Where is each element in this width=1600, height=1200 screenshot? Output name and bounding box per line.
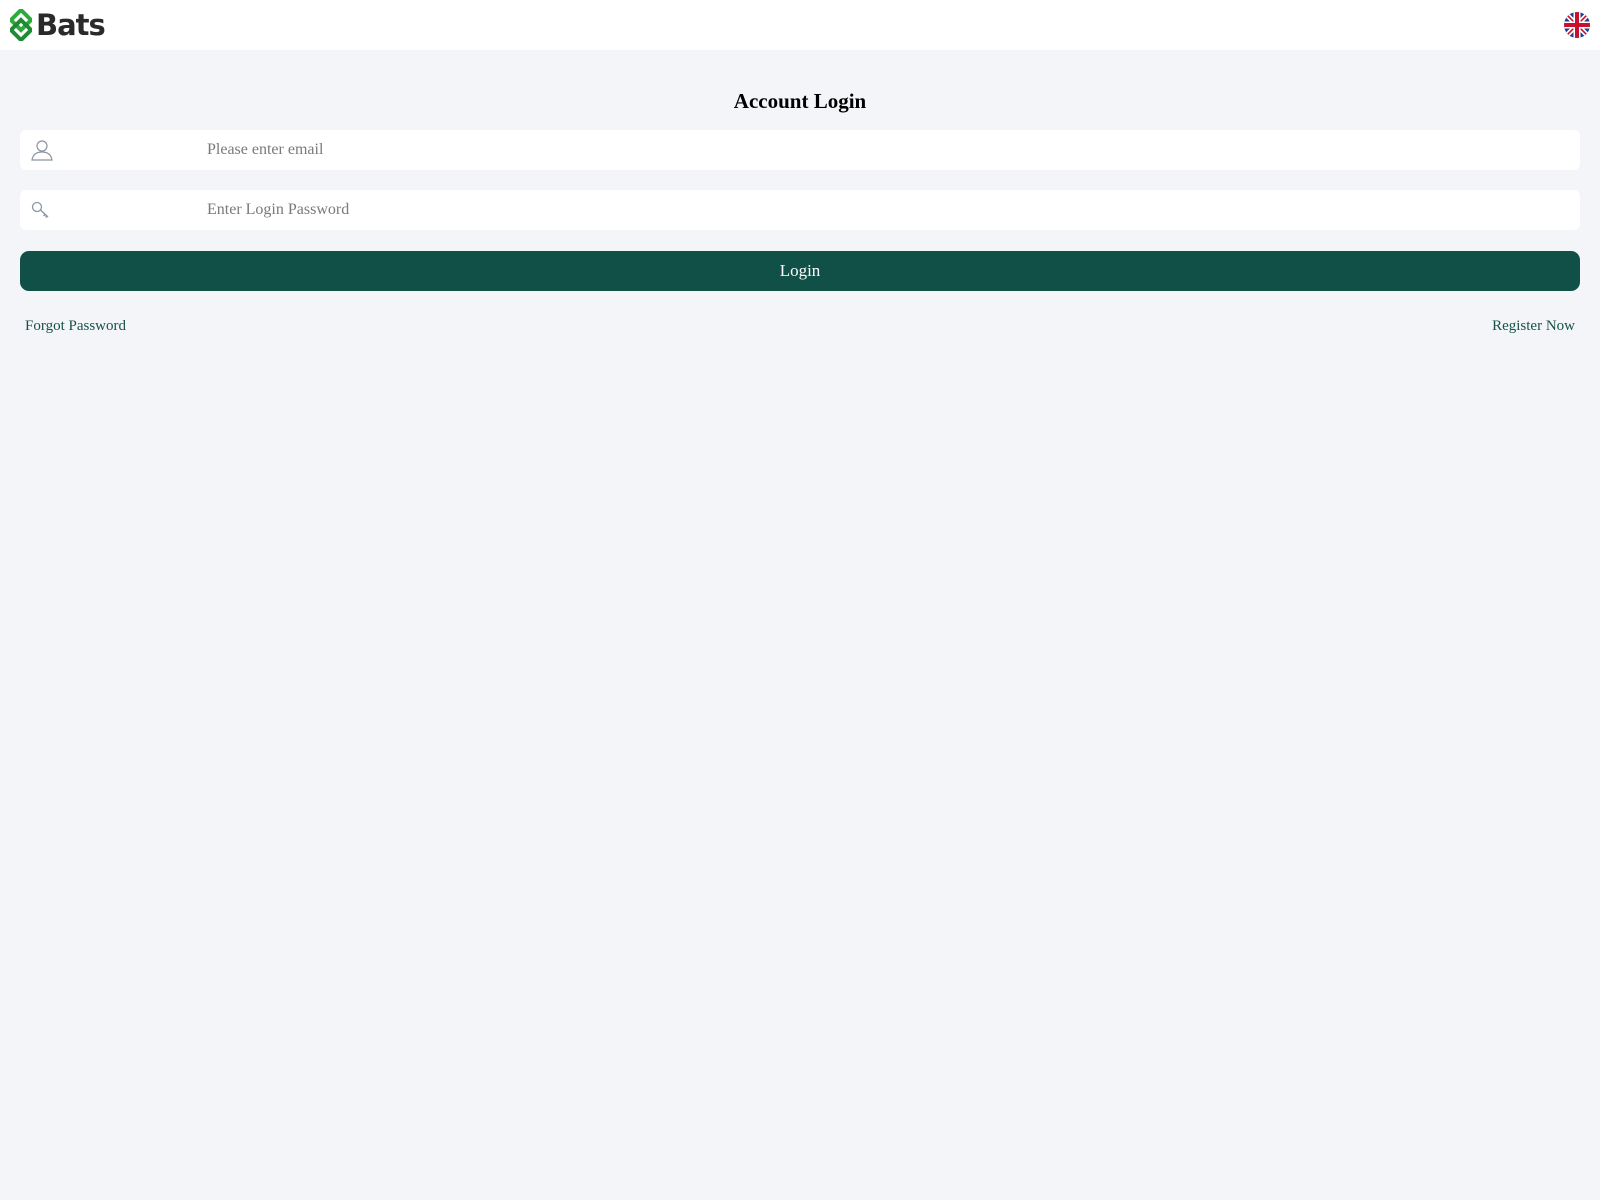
register-now-link[interactable]: Register Now — [1492, 316, 1575, 336]
page-title: Account Login — [733, 89, 867, 113]
logo-text: Bats — [36, 8, 106, 42]
language-selector[interactable] — [1564, 12, 1590, 38]
uk-flag-icon — [1564, 12, 1590, 38]
forgot-password-link[interactable]: Forgot Password — [25, 316, 126, 336]
login-button[interactable]: Login — [20, 251, 1580, 291]
password-field[interactable] — [20, 190, 1580, 230]
email-input[interactable] — [207, 130, 1567, 170]
key-icon — [30, 198, 54, 222]
password-input[interactable] — [207, 190, 1567, 230]
logo[interactable]: Bats — [10, 8, 106, 42]
user-icon — [30, 138, 54, 162]
top-header: Bats — [0, 0, 1600, 50]
email-field[interactable] — [20, 130, 1580, 170]
logo-diamond-icon — [10, 9, 32, 41]
